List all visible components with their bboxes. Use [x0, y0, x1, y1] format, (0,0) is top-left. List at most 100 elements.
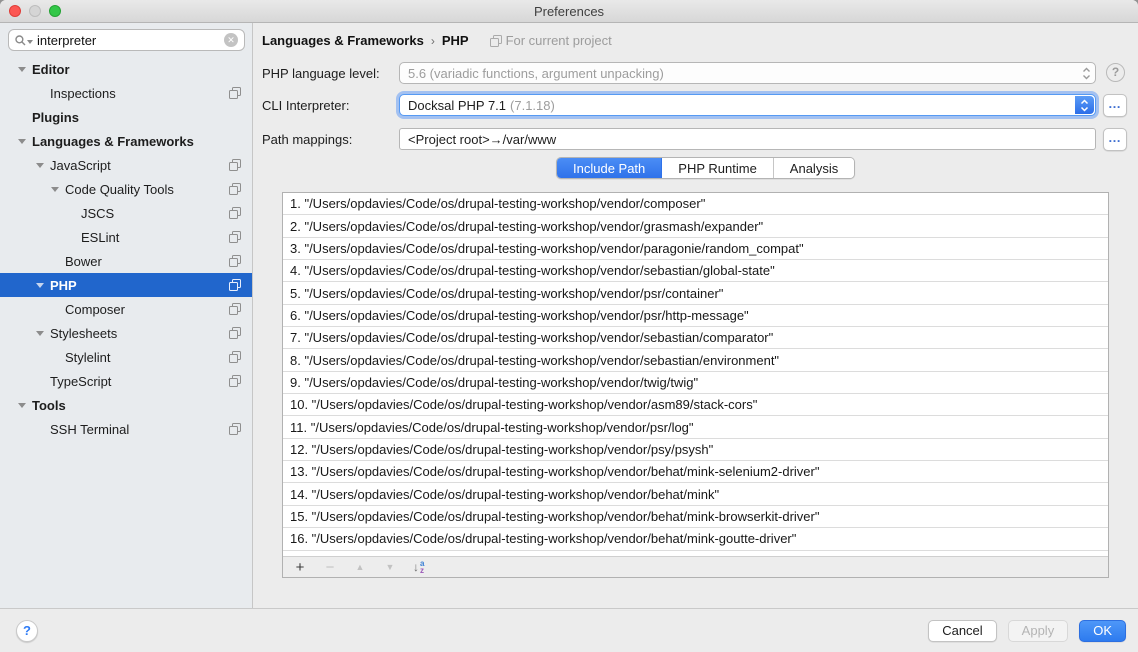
current-project-scope-icon	[229, 255, 241, 267]
include-path-row[interactable]: 8. "/Users/opdavies/Code/os/drupal-testi…	[283, 349, 1108, 371]
expand-arrow-icon[interactable]	[18, 403, 32, 408]
cli-interpreter-browse-button[interactable]: …	[1103, 94, 1127, 117]
traffic-lights	[9, 5, 61, 17]
clear-search-icon[interactable]: ✕	[224, 33, 238, 47]
cli-interpreter-label: CLI Interpreter:	[262, 98, 349, 113]
cli-interpreter-select[interactable]: Docksal PHP 7.1 (7.1.18)	[399, 94, 1096, 116]
path-mappings-value: <Project root>→/var/www	[408, 132, 556, 147]
sidebar-item-stylelint[interactable]: Stylelint	[0, 345, 252, 369]
breadcrumb: Languages & Frameworks › PHP For current…	[262, 33, 612, 48]
current-project-scope-icon	[229, 87, 241, 99]
current-project-scope-icon	[229, 351, 241, 363]
include-path-row[interactable]: 9. "/Users/opdavies/Code/os/drupal-testi…	[283, 372, 1108, 394]
project-scope-icon	[490, 35, 502, 47]
close-window-button[interactable]	[9, 5, 21, 17]
php-language-level-stepper-icon	[1077, 63, 1095, 83]
sidebar-item-label: TypeScript	[50, 374, 111, 389]
sidebar-item-stylesheets[interactable]: Stylesheets	[0, 321, 252, 345]
ok-button[interactable]: OK	[1079, 620, 1126, 642]
expand-arrow-icon[interactable]	[36, 283, 50, 288]
sidebar-item-label: Stylesheets	[50, 326, 117, 341]
add-path-button[interactable]: +	[293, 560, 307, 575]
tab-analysis[interactable]: Analysis	[774, 158, 854, 178]
current-project-scope-icon	[229, 327, 241, 339]
content-area: interpreter ✕ Editor Inspections Plugins La…	[0, 23, 1138, 608]
include-path-row[interactable]: 3. "/Users/opdavies/Code/os/drupal-testi…	[283, 238, 1108, 260]
include-path-row[interactable]: 4. "/Users/opdavies/Code/os/drupal-testi…	[283, 260, 1108, 282]
settings-sidebar: interpreter ✕ Editor Inspections Plugins La…	[0, 23, 253, 608]
sidebar-item-label: Languages & Frameworks	[32, 134, 194, 149]
expand-arrow-icon[interactable]	[36, 163, 50, 168]
sidebar-item-ssh-terminal[interactable]: SSH Terminal	[0, 417, 252, 441]
expand-arrow-icon[interactable]	[18, 67, 32, 72]
search-options-caret-icon[interactable]	[27, 40, 33, 44]
expand-arrow-icon[interactable]	[51, 187, 65, 192]
cli-interpreter-value: Docksal PHP 7.1	[408, 98, 506, 113]
php-language-level-value: 5.6 (variadic functions, argument unpack…	[408, 66, 664, 81]
search-input[interactable]: interpreter	[37, 33, 224, 48]
expand-arrow-icon[interactable]	[18, 139, 32, 144]
move-up-button: ▲	[353, 563, 367, 572]
sidebar-item-label: Inspections	[50, 86, 116, 101]
sidebar-item-editor[interactable]: Editor	[0, 57, 252, 81]
include-path-row[interactable]: 12. "/Users/opdavies/Code/os/drupal-test…	[283, 439, 1108, 461]
sidebar-item-bower[interactable]: Bower	[0, 249, 252, 273]
sidebar-item-label: Tools	[32, 398, 66, 413]
breadcrumb-parent[interactable]: Languages & Frameworks	[262, 33, 424, 48]
zoom-window-button[interactable]	[49, 5, 61, 17]
sidebar-item-inspections[interactable]: Inspections	[0, 81, 252, 105]
for-current-project-label: For current project	[506, 33, 612, 48]
sidebar-item-plugins[interactable]: Plugins	[0, 105, 252, 129]
path-mappings-input[interactable]: <Project root>→/var/www	[399, 128, 1096, 150]
remove-path-button: −	[323, 560, 337, 575]
path-mappings-label: Path mappings:	[262, 132, 352, 147]
include-path-list: 1. "/Users/opdavies/Code/os/drupal-testi…	[283, 193, 1108, 556]
sidebar-item-jscs[interactable]: JSCS	[0, 201, 252, 225]
expand-arrow-icon[interactable]	[36, 331, 50, 336]
cli-interpreter-stepper-icon[interactable]	[1075, 96, 1094, 114]
include-path-row[interactable]: 13. "/Users/opdavies/Code/os/drupal-test…	[283, 461, 1108, 483]
include-path-row[interactable]: 6. "/Users/opdavies/Code/os/drupal-testi…	[283, 305, 1108, 327]
include-path-row[interactable]: 11. "/Users/opdavies/Code/os/drupal-test…	[283, 416, 1108, 438]
preferences-window: Preferences interpreter ✕ Editor Inspecti…	[0, 0, 1138, 652]
current-project-scope-icon	[229, 207, 241, 219]
include-path-row[interactable]: 15. "/Users/opdavies/Code/os/drupal-test…	[283, 506, 1108, 528]
sort-alphabetically-button[interactable]: ↓ a z	[413, 560, 424, 574]
php-settings-tabs: Include PathPHP RuntimeAnalysis	[556, 157, 855, 179]
include-path-row[interactable]: 10. "/Users/opdavies/Code/os/drupal-test…	[283, 394, 1108, 416]
help-icon[interactable]: ?	[1106, 63, 1125, 82]
sidebar-item-javascript[interactable]: JavaScript	[0, 153, 252, 177]
sidebar-item-composer[interactable]: Composer	[0, 297, 252, 321]
tab-include-path[interactable]: Include Path	[557, 158, 662, 178]
current-project-scope-icon	[229, 231, 241, 243]
settings-tree: Editor Inspections Plugins Languages & Fram…	[0, 57, 252, 441]
sidebar-item-eslint[interactable]: ESLint	[0, 225, 252, 249]
sidebar-item-typescript[interactable]: TypeScript	[0, 369, 252, 393]
sidebar-item-tools[interactable]: Tools	[0, 393, 252, 417]
help-button[interactable]: ?	[16, 620, 38, 642]
title-bar: Preferences	[0, 0, 1138, 23]
current-project-scope-icon	[229, 279, 241, 291]
include-path-row[interactable]: 5. "/Users/opdavies/Code/os/drupal-testi…	[283, 282, 1108, 304]
include-path-row[interactable]: 2. "/Users/opdavies/Code/os/drupal-testi…	[283, 215, 1108, 237]
sidebar-item-languages-frameworks[interactable]: Languages & Frameworks	[0, 129, 252, 153]
include-path-row[interactable]: 14. "/Users/opdavies/Code/os/drupal-test…	[283, 483, 1108, 505]
tab-php-runtime[interactable]: PHP Runtime	[662, 158, 774, 178]
include-path-row[interactable]: 1. "/Users/opdavies/Code/os/drupal-testi…	[283, 193, 1108, 215]
include-path-row[interactable]: 7. "/Users/opdavies/Code/os/drupal-testi…	[283, 327, 1108, 349]
path-mappings-browse-button[interactable]: …	[1103, 128, 1127, 151]
cli-interpreter-version: (7.1.18)	[510, 98, 555, 113]
sidebar-item-label: Bower	[65, 254, 102, 269]
for-current-project-note: For current project	[490, 33, 612, 48]
include-path-row[interactable]: 16. "/Users/opdavies/Code/os/drupal-test…	[283, 528, 1108, 550]
search-icon	[15, 35, 26, 46]
sidebar-item-code-quality-tools[interactable]: Code Quality Tools	[0, 177, 252, 201]
current-project-scope-icon	[229, 183, 241, 195]
include-path-panel: 1. "/Users/opdavies/Code/os/drupal-testi…	[282, 192, 1109, 578]
breadcrumb-separator: ›	[431, 34, 435, 48]
settings-search-field[interactable]: interpreter ✕	[8, 29, 245, 51]
cancel-button[interactable]: Cancel	[928, 620, 996, 642]
current-project-scope-icon	[229, 159, 241, 171]
sidebar-item-php[interactable]: PHP	[0, 273, 252, 297]
sort-arrow-icon: ↓	[413, 561, 419, 573]
